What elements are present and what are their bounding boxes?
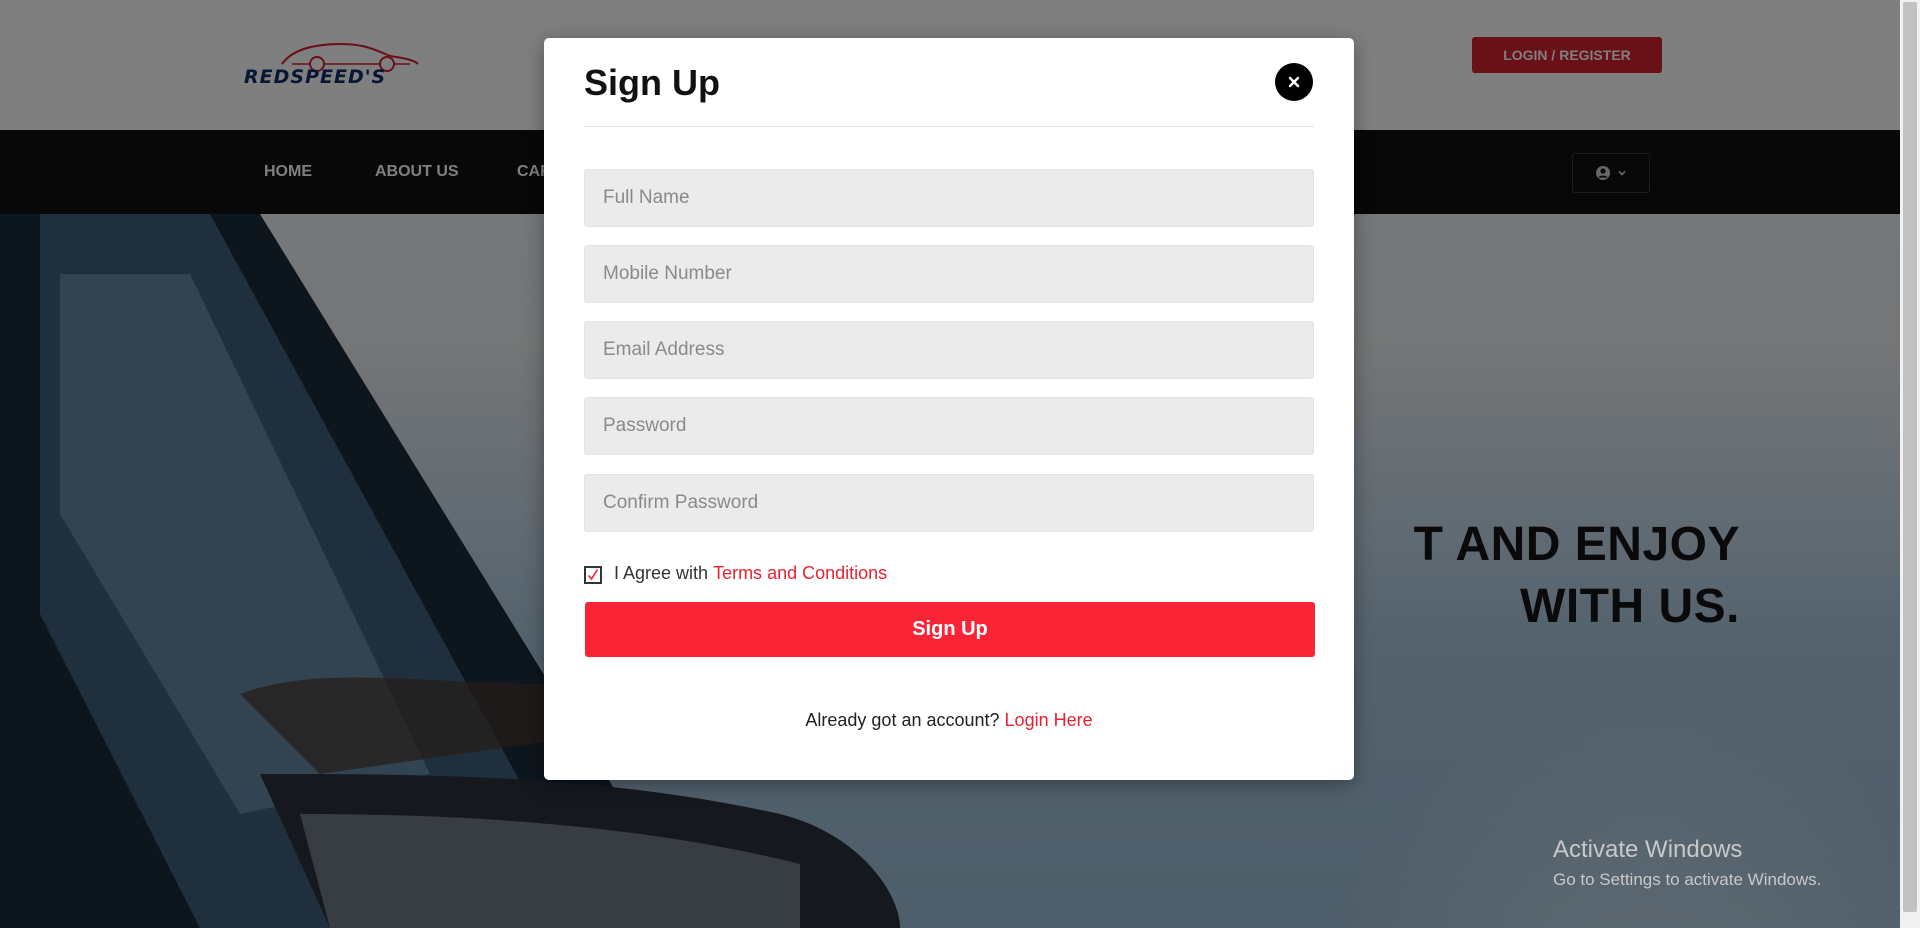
confirm-password-input[interactable] (584, 474, 1314, 532)
watermark-title: Activate Windows (1553, 836, 1743, 863)
close-button[interactable] (1275, 63, 1313, 101)
agree-checkbox[interactable] (584, 566, 602, 584)
terms-link[interactable]: Terms and Conditions (713, 563, 887, 584)
windows-activation-watermark: Activate Windows Go to Settings to activ… (1553, 836, 1821, 890)
login-here-link[interactable]: Login Here (1005, 710, 1093, 730)
agree-label: I Agree with (614, 562, 709, 583)
sign-up-button[interactable]: Sign Up (585, 602, 1315, 657)
login-prompt-text: Already got an account? (805, 710, 1000, 730)
page-scrollbar[interactable] (1900, 0, 1920, 928)
modal-title: Sign Up (584, 62, 720, 103)
login-prompt: Already got an account? Login Here (544, 710, 1354, 731)
close-icon (1288, 76, 1300, 88)
full-name-input[interactable] (584, 169, 1314, 227)
watermark-subtitle: Go to Settings to activate Windows. (1553, 870, 1822, 889)
scrollbar-thumb[interactable] (1903, 2, 1917, 912)
modal-divider (584, 126, 1314, 127)
email-input[interactable] (584, 321, 1314, 379)
check-icon (587, 569, 599, 581)
signup-modal: Sign Up I Agree with Terms and Condition… (544, 38, 1354, 780)
password-input[interactable] (584, 397, 1314, 455)
terms-agreement-row: I Agree with Terms and Conditions (584, 560, 887, 586)
mobile-number-input[interactable] (584, 245, 1314, 303)
